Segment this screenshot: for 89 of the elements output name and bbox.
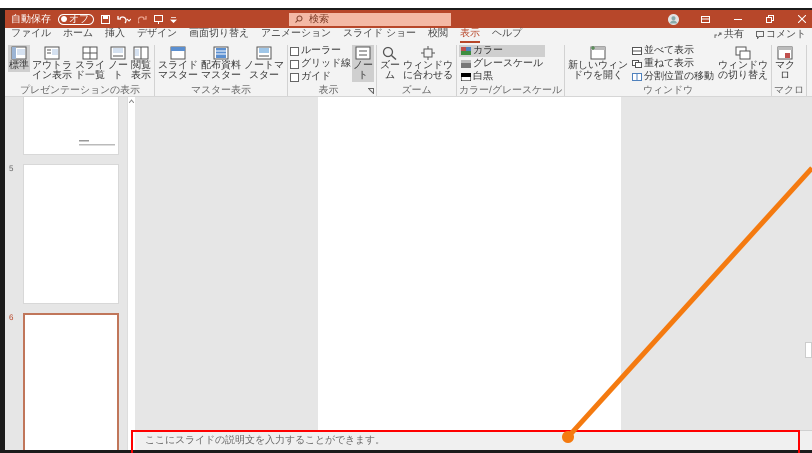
comments-button[interactable]: コメント (756, 29, 806, 43)
group-label: 表示 (318, 85, 338, 96)
menu-tab[interactable]: アニメーション (261, 28, 331, 43)
notes-page-icon (110, 46, 126, 60)
ribbon-button[interactable]: 新しいウィンドウを開く (566, 45, 629, 82)
scrollbar[interactable] (127, 97, 135, 450)
checkbox[interactable] (290, 60, 299, 68)
checkbox-label: グリッド線 (301, 58, 351, 70)
ribbon-button[interactable]: グレースケール (459, 58, 545, 70)
ribbon-button[interactable]: ノートマスター (243, 45, 285, 82)
menu-tab[interactable]: ヘルプ (492, 28, 522, 43)
group-label: ズーム (402, 85, 432, 96)
handout-master-icon (213, 46, 229, 60)
ribbon-button[interactable]: ノート (107, 45, 129, 82)
notes-master-icon (256, 46, 272, 60)
menu-tab[interactable]: 画面切り替え (189, 28, 249, 43)
redo-icon[interactable] (138, 14, 147, 24)
cascade-icon (632, 60, 642, 68)
group-label: プレゼンテーションの表示 (20, 85, 140, 96)
ribbon-button[interactable]: ノート (352, 45, 374, 82)
ribbon-display-options-icon[interactable] (701, 16, 710, 22)
checkbox[interactable] (290, 46, 299, 56)
ribbon-button[interactable]: カラー (459, 45, 545, 57)
fit-to-window-icon (420, 46, 436, 60)
ribbon-button[interactable]: マクロ (774, 45, 796, 82)
ribbon-button[interactable]: 分割位置の移動 (630, 71, 716, 83)
slide-number: 6 (9, 313, 14, 324)
group-label: カラー/グレースケール (459, 85, 562, 96)
outline-view-icon (44, 46, 60, 60)
group-label: マスター表示 (191, 85, 251, 96)
ribbon-button[interactable]: 配布資料マスター (200, 45, 242, 82)
notes-icon (355, 46, 371, 60)
menu-tab[interactable]: デザイン (137, 28, 177, 43)
search-input[interactable]: 検索 (309, 14, 409, 24)
menu-tab[interactable]: 挿入 (105, 28, 125, 43)
search-field[interactable]: 検索 (289, 12, 451, 26)
menu-tab[interactable]: 校閲 (428, 28, 448, 43)
group-label: ウィンドウ (642, 85, 693, 96)
checkbox-label: ガイド (301, 71, 331, 83)
notes-field[interactable]: ここにスライドの説明文を入力することができます。 (145, 434, 545, 447)
slide-sorter-icon (82, 46, 98, 60)
autosave-label: 自動保存 (11, 13, 51, 26)
slide-number: 5 (9, 164, 14, 175)
checkbox-label: ルーラー (301, 45, 341, 57)
ribbon-button[interactable]: スライドマスター (157, 45, 199, 82)
checkbox[interactable] (290, 72, 299, 82)
ribbon-button[interactable]: 並べて表示 (630, 45, 716, 57)
slide-master-icon (170, 46, 186, 60)
zoom-icon (382, 46, 398, 60)
scrollbar-thumb[interactable] (805, 342, 812, 358)
monochrome-swatch-icon (461, 73, 471, 81)
normal-view-icon (11, 46, 27, 60)
arrange-all-icon (632, 47, 642, 55)
ribbon-button[interactable]: アウトライン表示 (31, 45, 73, 82)
ribbon-button[interactable]: 標準 (8, 45, 30, 72)
comment-icon (756, 31, 764, 39)
presentation-icon[interactable] (154, 14, 163, 24)
ribbon-button[interactable]: 白黒 (459, 71, 545, 83)
text-lines-drawing (79, 140, 115, 146)
color-swatch-icon (461, 47, 471, 55)
menu-tab[interactable]: ファイル (11, 28, 51, 43)
search-icon (295, 15, 303, 23)
ribbon-button[interactable]: ウィンドウに合わせる (402, 45, 454, 82)
macro-icon (776, 46, 793, 60)
customize-toolbar-icon[interactable] (170, 16, 177, 22)
share-icon (714, 31, 722, 39)
slide-thumbnail[interactable] (23, 313, 119, 450)
restore-icon[interactable] (766, 15, 774, 23)
avatar-icon[interactable] (668, 14, 679, 24)
autosave-toggle[interactable]: オフ (58, 14, 94, 24)
menu-tab[interactable]: スライド ショー (343, 28, 416, 43)
menu-tab[interactable]: ホーム (63, 28, 93, 43)
new-window-icon (590, 46, 606, 60)
reading-view-icon (133, 46, 149, 60)
scroll-up-icon[interactable] (129, 99, 134, 103)
ribbon-button[interactable]: 重ねて表示 (630, 58, 716, 70)
ribbon-button[interactable]: ズーム (379, 45, 401, 82)
switch-windows-icon (734, 46, 751, 60)
move-split-icon (632, 73, 642, 81)
undo-icon[interactable] (117, 14, 131, 24)
grayscale-icon (461, 60, 471, 68)
share-button[interactable]: 共有 (714, 29, 744, 43)
ribbon-button[interactable]: 閲覧表示 (130, 45, 152, 82)
dialog-launcher-icon[interactable] (368, 88, 374, 94)
close-icon[interactable] (798, 15, 806, 23)
save-icon[interactable] (101, 14, 110, 24)
ribbon-button[interactable]: ウィンドウの切り替え (716, 45, 769, 82)
ribbon-button[interactable]: スライド一覧 (74, 45, 106, 82)
group-label: マクロ (774, 85, 804, 96)
